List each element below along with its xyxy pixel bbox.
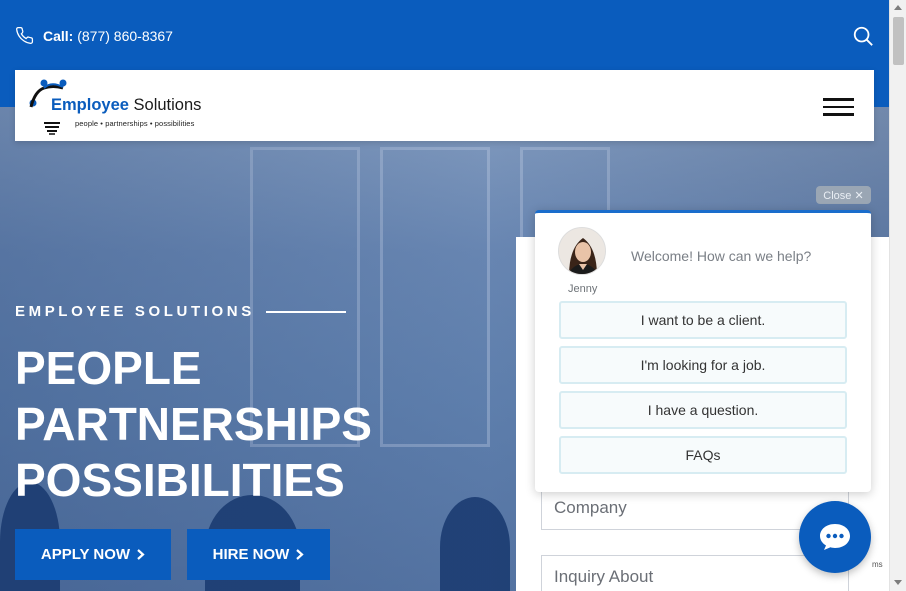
avatar <box>558 227 606 275</box>
phone-icon <box>16 26 34 44</box>
inquiry-about-field[interactable]: Inquiry About <box>541 555 849 591</box>
chat-launcher-button[interactable] <box>799 501 871 573</box>
chat-option-job[interactable]: I'm looking for a job. <box>559 346 847 384</box>
headline-line: PEOPLE <box>15 342 202 394</box>
chevron-right-icon <box>137 549 145 560</box>
eyebrow-text: EMPLOYEE SOLUTIONS <box>15 303 255 320</box>
headline-line: PARTNERSHIPS <box>15 398 372 450</box>
call-label: Call: <box>43 27 74 44</box>
chat-widget: Jenny Welcome! How can we help? I want t… <box>535 210 871 492</box>
chat-option-client[interactable]: I want to be a client. <box>559 301 847 339</box>
hamburger-menu-icon <box>823 98 854 101</box>
chat-close-button[interactable]: Close ✕ <box>816 186 871 204</box>
search-icon <box>853 26 873 46</box>
chat-option-faqs[interactable]: FAQs <box>559 436 847 474</box>
page-scrollbar[interactable] <box>889 0 906 591</box>
company-logo[interactable]: Employee Solutions people • partnerships… <box>29 77 229 137</box>
scroll-down-arrow-icon[interactable] <box>894 580 902 585</box>
chat-option-question[interactable]: I have a question. <box>559 391 847 429</box>
menu-button[interactable] <box>823 98 854 116</box>
hire-now-button[interactable]: HIRE NOW <box>187 529 330 580</box>
apply-now-label: APPLY NOW <box>40 546 131 563</box>
logo-tagline: people • partnerships • possibilities <box>75 119 195 128</box>
scrollbar-thumb[interactable] <box>893 17 904 65</box>
chevron-right-icon <box>296 549 304 560</box>
agent-name: Jenny <box>568 283 598 295</box>
recaptcha-badge-edge: ms <box>872 560 883 569</box>
headline-line: POSSIBILITIES <box>15 454 345 506</box>
site-header: Employee Solutions people • partnerships… <box>15 70 874 141</box>
logo-wordmark: Employee Solutions <box>51 96 202 114</box>
chat-welcome-message: Welcome! How can we help? <box>631 248 812 264</box>
call-link[interactable]: Call: (877) 860-8367 <box>15 26 173 45</box>
hire-now-label: HIRE NOW <box>212 546 290 563</box>
apply-now-button[interactable]: APPLY NOW <box>15 529 171 580</box>
hero-headline: PEOPLE PARTNERSHIPS POSSIBILITIES <box>15 340 372 508</box>
chat-bubble-icon <box>820 524 850 550</box>
hero-eyebrow: EMPLOYEE SOLUTIONS <box>15 303 346 320</box>
eyebrow-divider <box>265 310 346 313</box>
search-button[interactable] <box>852 25 874 47</box>
phone-number: (877) 860-8367 <box>77 27 173 44</box>
scroll-up-arrow-icon[interactable] <box>894 5 902 10</box>
agent-avatar-icon <box>559 228 605 274</box>
